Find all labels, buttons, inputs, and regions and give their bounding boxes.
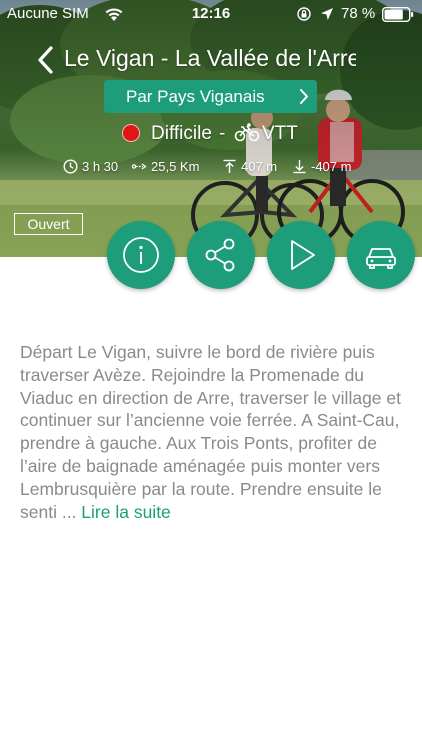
distance-value: 25,5 Km <box>151 159 200 174</box>
battery-icon <box>382 7 414 22</box>
author-button[interactable]: Par Pays Viganais <box>104 80 317 113</box>
difficulty-label: Difficile <box>151 123 212 144</box>
duration-value: 3 h 30 <box>82 159 119 174</box>
descent-icon <box>293 160 306 174</box>
activity-label: VTT <box>262 123 298 144</box>
page-title: Le Vigan - La Vallée de l'Arre <box>64 45 356 71</box>
trek-description: Départ Le Vigan, suivre le bord de riviè… <box>20 341 406 523</box>
distance-icon <box>132 163 147 170</box>
ascent-icon <box>223 159 236 173</box>
share-icon <box>205 238 235 272</box>
play-button[interactable] <box>267 221 335 289</box>
stats-row: 3 h 30 25,5 Km 407 m -407 m <box>0 159 422 179</box>
share-button[interactable] <box>187 221 255 289</box>
location-arrow-icon <box>321 8 333 20</box>
stat-duration: 3 h 30 <box>63 159 118 174</box>
read-more-link[interactable]: Lire la suite <box>81 502 171 522</box>
description-text: Départ Le Vigan, suivre le bord de riviè… <box>20 342 401 522</box>
stat-descent: -407 m <box>292 159 351 174</box>
rotation-lock-icon <box>297 7 311 21</box>
chevron-right-icon <box>300 89 308 104</box>
descent-value: -407 m <box>311 159 352 174</box>
stat-distance: 25,5 Km <box>132 159 199 174</box>
stat-ascent: 407 m <box>222 159 277 174</box>
car-icon <box>366 248 396 269</box>
car-button[interactable] <box>347 221 415 289</box>
mountain-bike-icon <box>234 123 260 142</box>
info-button[interactable] <box>107 221 175 289</box>
status-bar: Aucune SIM 12:16 78 % <box>0 0 422 28</box>
back-chevron-icon[interactable] <box>36 46 54 74</box>
info-icon <box>123 237 159 273</box>
author-button-label: Par Pays Viganais <box>126 86 265 106</box>
play-icon <box>291 240 315 270</box>
difficulty-indicator <box>122 124 140 142</box>
status-badge: Ouvert <box>14 213 83 235</box>
clock-icon <box>63 159 78 174</box>
difficulty-row: Difficile - VTT <box>0 121 422 147</box>
battery-percent: 78 % <box>341 5 376 22</box>
ascent-value: 407 m <box>241 159 278 174</box>
activity-separator: - <box>219 123 226 144</box>
